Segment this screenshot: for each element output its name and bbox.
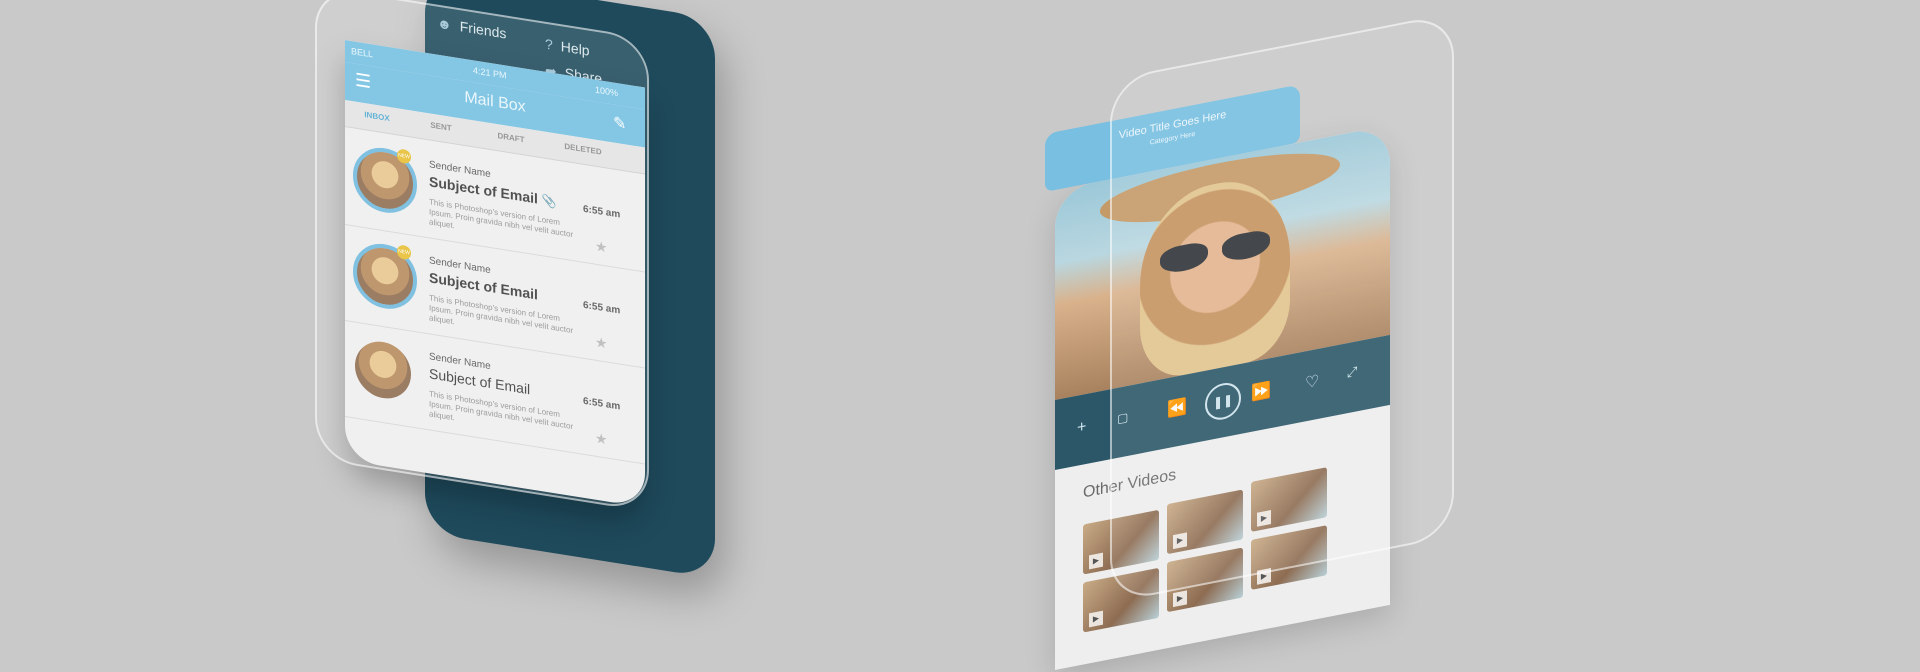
play-icon: ▶ [1089,610,1103,628]
glass-phone-frame [315,0,649,513]
mail-app-mockup: ? Help ☻ Friends ➦ Share BELL 4:21 PM 100% … [0,0,1920,600]
play-icon: ▶ [1089,552,1103,570]
add-icon[interactable]: + [1077,418,1086,438]
play-icon: ▶ [1173,590,1187,608]
glass-phone-frame [1110,12,1454,604]
